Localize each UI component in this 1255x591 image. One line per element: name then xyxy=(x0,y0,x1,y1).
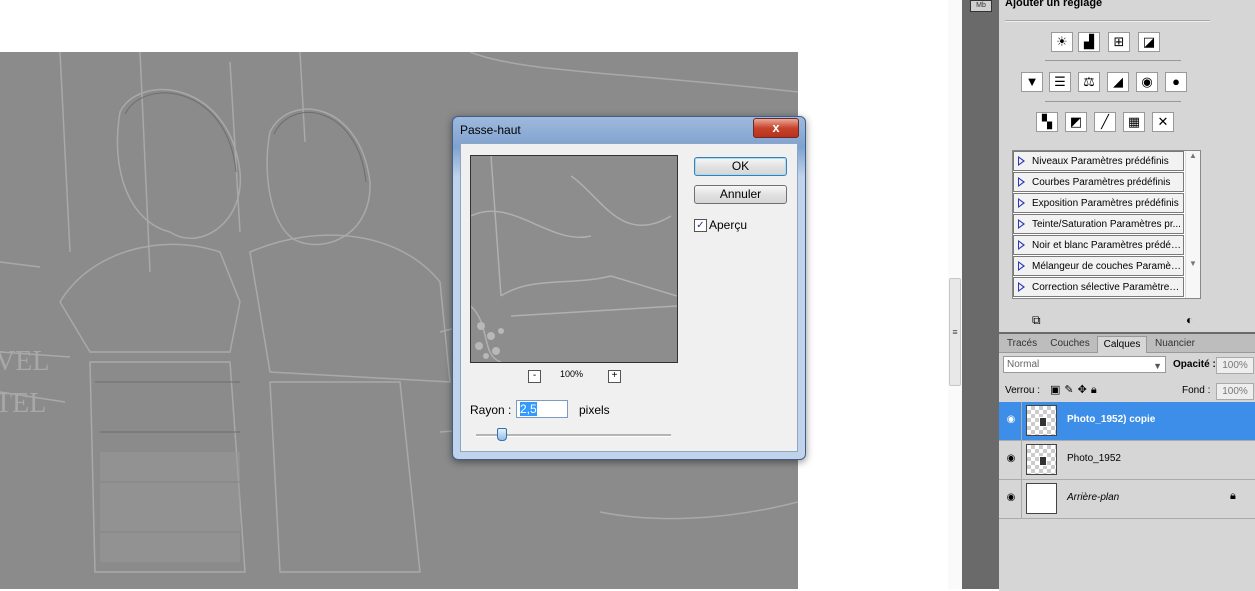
photo-filter-icon[interactable]: ◉ xyxy=(1136,72,1158,92)
adjustment-icons-row-1: ☀ ▟ ⊞ ◪ xyxy=(1051,32,1171,52)
invert-icon[interactable]: ▚ xyxy=(1036,112,1058,132)
visibility-cell[interactable]: ◉ xyxy=(999,402,1022,440)
preset-item[interactable]: Noir et blanc Paramètres prédéfi... xyxy=(1013,235,1184,255)
layer-row[interactable]: ◉ Photo_1952 xyxy=(999,441,1255,480)
mini-bridge-icon[interactable]: Mb xyxy=(970,0,992,12)
preset-item[interactable]: Teinte/Saturation Paramètres pr... xyxy=(1013,214,1184,234)
adjustment-icons-row-3: ▚ ◩ ╱ ▦ ✕ xyxy=(1036,112,1186,132)
layer-name: Photo_1952 xyxy=(1067,453,1121,464)
lock-transparency-icon[interactable]: ▣ xyxy=(1050,384,1064,396)
filter-preview[interactable] xyxy=(470,155,678,363)
divider xyxy=(1005,20,1210,22)
exposure-icon[interactable]: ◪ xyxy=(1138,32,1160,52)
svg-text:TEL: TEL xyxy=(0,388,46,419)
lock-position-icon[interactable]: ✥ xyxy=(1078,384,1091,396)
high-pass-dialog: Passe-haut x - 100% + OK Annuler ✓ Aperç… xyxy=(452,116,806,460)
eye-icon: ◉ xyxy=(1006,414,1016,425)
layer-thumbnail xyxy=(1026,444,1057,475)
divider xyxy=(1045,60,1181,61)
lock-icon: 🔒︎ xyxy=(1230,490,1236,502)
layer-name: Arrière-plan xyxy=(1067,492,1120,503)
dialog-body: - 100% + OK Annuler ✓ Aperçu Rayon : 2,5… xyxy=(460,143,798,452)
panel-tabs: Tracés Couches Calques Nuancier xyxy=(999,334,1255,353)
curves-icon[interactable]: ⊞ xyxy=(1108,32,1130,52)
preset-item[interactable]: Exposition Paramètres prédéfinis xyxy=(1013,193,1184,213)
tab-swatches[interactable]: Nuancier xyxy=(1149,336,1201,352)
blend-mode-select[interactable]: Normal ▼ xyxy=(1003,356,1166,373)
radius-input[interactable]: 2,5 xyxy=(516,400,568,418)
color-balance-icon[interactable]: ⚖ xyxy=(1078,72,1100,92)
fill-label: Fond : xyxy=(1182,385,1211,396)
lock-pixels-icon[interactable]: ✎ xyxy=(1064,384,1077,396)
tab-channels[interactable]: Couches xyxy=(1045,336,1095,352)
eye-icon: ◉ xyxy=(1006,492,1016,503)
lock-icons: ▣✎✥🔒︎ xyxy=(1050,383,1101,397)
opacity-label: Opacité : xyxy=(1173,359,1216,370)
adjustments-panel: Ajouter un réglage ☀ ▟ ⊞ ◪ ▼ ☰ ⚖ ◢ ◉ ● ▚… xyxy=(999,0,1255,332)
fill-input[interactable]: 100% xyxy=(1216,383,1254,400)
levels-icon[interactable]: ▟ xyxy=(1078,32,1100,52)
layer-name: Photo_1952) copie xyxy=(1067,414,1156,425)
visibility-toggle-icon[interactable]: ◐ xyxy=(1186,313,1193,327)
preset-item[interactable]: Courbes Paramètres prédéfinis xyxy=(1013,172,1184,192)
tab-layers[interactable]: Calques xyxy=(1097,336,1147,353)
dialog-title: Passe-haut xyxy=(460,123,521,137)
threshold-icon[interactable]: ╱ xyxy=(1094,112,1116,132)
layer-row[interactable]: ◉ Arrière-plan 🔒︎ xyxy=(999,480,1255,519)
collapsed-panel-column: Mb xyxy=(962,0,999,589)
dock-grip-handle[interactable]: ≡ xyxy=(949,278,961,386)
close-button[interactable]: x xyxy=(753,118,799,138)
radius-value: 2,5 xyxy=(520,402,537,416)
cancel-button[interactable]: Annuler xyxy=(694,185,787,204)
lock-all-icon[interactable]: 🔒︎ xyxy=(1091,384,1101,396)
panel-dock-strip: ≡ xyxy=(948,0,963,589)
blend-mode-value: Normal xyxy=(1007,359,1040,370)
vibrance-icon[interactable]: ▼ xyxy=(1021,72,1043,92)
preset-item[interactable]: Correction sélective Paramètres ... xyxy=(1013,277,1184,297)
zoom-out-button[interactable]: - xyxy=(528,370,541,383)
adjustment-presets-list: Niveaux Paramètres prédéfinis Courbes Pa… xyxy=(1012,150,1201,299)
channel-mixer-icon[interactable]: ● xyxy=(1165,72,1187,92)
tab-paths[interactable]: Tracés xyxy=(1002,336,1042,352)
selective-color-icon[interactable]: ✕ xyxy=(1152,112,1174,132)
lock-label: Verrou : xyxy=(1005,385,1041,396)
radius-slider-thumb[interactable] xyxy=(497,428,507,441)
posterize-icon[interactable]: ◩ xyxy=(1065,112,1087,132)
zoom-in-button[interactable]: + xyxy=(608,370,621,383)
preset-item[interactable]: Niveaux Paramètres prédéfinis xyxy=(1013,151,1184,171)
adjustments-title: Ajouter un réglage xyxy=(1005,0,1103,9)
gradient-map-icon[interactable]: ▦ xyxy=(1123,112,1145,132)
adjustment-icons-row-2: ▼ ☰ ⚖ ◢ ◉ ● xyxy=(1021,72,1191,92)
layer-thumbnail xyxy=(1026,483,1057,514)
eye-icon: ◉ xyxy=(1006,453,1016,464)
preview-checkbox-label: Aperçu xyxy=(709,218,748,232)
radius-label: Rayon : xyxy=(470,403,512,417)
black-white-icon[interactable]: ◢ xyxy=(1107,72,1129,92)
brightness-contrast-icon[interactable]: ☀ xyxy=(1051,32,1073,52)
zoom-level: 100% xyxy=(560,369,584,379)
hue-saturation-icon[interactable]: ☰ xyxy=(1049,72,1071,92)
layer-thumbnail xyxy=(1026,405,1057,436)
divider xyxy=(1045,101,1181,102)
visibility-cell[interactable]: ◉ xyxy=(999,480,1022,518)
thumb-content xyxy=(1039,456,1047,466)
preview-texture xyxy=(471,156,677,362)
layer-row[interactable]: ◉ Photo_1952) copie xyxy=(999,402,1255,441)
preview-checkbox[interactable]: ✓ xyxy=(694,219,707,232)
ok-button[interactable]: OK xyxy=(694,157,787,176)
visibility-cell[interactable]: ◉ xyxy=(999,441,1022,479)
preset-item[interactable]: Mélangeur de couches Paramètr... xyxy=(1013,256,1184,276)
chevron-down-icon: ▼ xyxy=(1153,361,1162,371)
opacity-input[interactable]: 100% xyxy=(1216,357,1254,374)
thumb-content xyxy=(1039,417,1047,427)
radius-unit-label: pixels xyxy=(579,403,610,417)
clip-to-layer-icon[interactable]: ⧉ xyxy=(1032,313,1041,328)
svg-text:VEL: VEL xyxy=(0,346,49,377)
presets-scrollbar[interactable]: ▲ ▼ xyxy=(1185,151,1200,298)
layers-panel: Tracés Couches Calques Nuancier Normal ▼… xyxy=(999,332,1255,591)
